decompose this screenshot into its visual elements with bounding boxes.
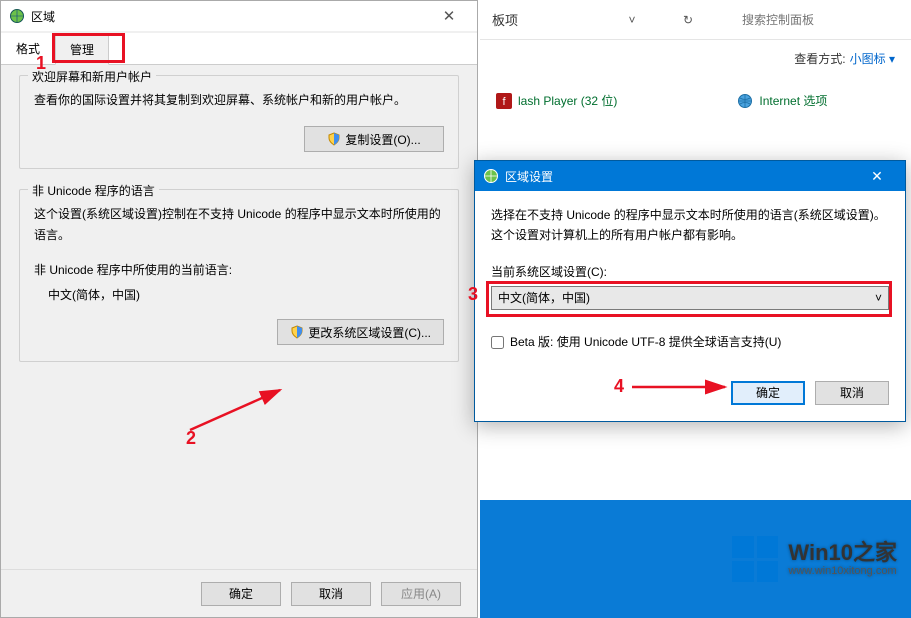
- current-lang-label: 非 Unicode 程序中所使用的当前语言:: [34, 261, 444, 278]
- cp-item-internet[interactable]: Internet 选项: [737, 92, 827, 109]
- tab-format[interactable]: 格式: [1, 33, 55, 64]
- view-mode-link[interactable]: 小图标 ▾: [850, 50, 895, 67]
- tabs: 格式 管理: [1, 33, 477, 65]
- chevron-down-icon[interactable]: ˅: [624, 12, 640, 28]
- chevron-down-icon: ˅: [875, 288, 882, 308]
- locale-body: 选择在不支持 Unicode 的程序中显示文本时所使用的语言(系统区域设置)。这…: [475, 191, 905, 421]
- shield-icon: [290, 325, 304, 339]
- region-title: 区域: [31, 8, 429, 25]
- locale-select[interactable]: 中文(简体，中国) ˅: [491, 286, 889, 310]
- search-input[interactable]: [736, 7, 903, 33]
- utf8-checkbox[interactable]: [491, 336, 504, 349]
- group-welcome: 欢迎屏幕和新用户帐户 查看你的国际设置并将其复制到欢迎屏幕、系统帐户和新的用户帐…: [19, 75, 459, 169]
- group-title: 欢迎屏幕和新用户帐户: [28, 68, 156, 85]
- cancel-button[interactable]: 取消: [291, 582, 371, 606]
- watermark-title: Win10之家: [788, 541, 897, 565]
- button-label: 复制设置(O)...: [345, 131, 420, 148]
- copy-settings-button[interactable]: 复制设置(O)...: [304, 126, 444, 152]
- watermark-url: www.win10xitong.com: [788, 565, 897, 577]
- cp-items: f lash Player (32 位) Internet 选项: [480, 76, 911, 125]
- utf8-checkbox-row[interactable]: Beta 版: 使用 Unicode UTF-8 提供全球语言支持(U): [491, 332, 889, 352]
- globe-icon: [9, 8, 25, 24]
- windows-logo-icon: [732, 536, 778, 582]
- group-title: 非 Unicode 程序的语言: [28, 182, 159, 199]
- watermark: Win10之家 www.win10xitong.com: [732, 536, 897, 582]
- tab-admin[interactable]: 管理: [55, 34, 109, 65]
- region-titlebar[interactable]: 区域 ✕: [1, 1, 477, 31]
- view-mode-bar: 查看方式: 小图标 ▾: [480, 40, 911, 76]
- cp-item-label: lash Player (32 位): [518, 92, 617, 109]
- view-label: 查看方式:: [794, 50, 845, 67]
- locale-footer: 确定 取消: [491, 381, 889, 405]
- group-nonunicode: 非 Unicode 程序的语言 这个设置(系统区域设置)控制在不支持 Unico…: [19, 189, 459, 362]
- cp-item-label: Internet 选项: [759, 92, 827, 109]
- current-lang-value: 中文(简体，中国): [48, 286, 444, 303]
- flash-icon: f: [496, 93, 512, 109]
- globe-icon: [483, 168, 499, 184]
- breadcrumb[interactable]: 板项: [488, 10, 616, 29]
- ok-button[interactable]: 确定: [731, 381, 805, 405]
- refresh-icon[interactable]: ↻: [677, 9, 699, 31]
- internet-icon: [737, 93, 753, 109]
- close-icon[interactable]: ✕: [429, 4, 469, 28]
- group-text: 这个设置(系统区域设置)控制在不支持 Unicode 的程序中显示文本时所使用的…: [34, 204, 444, 245]
- locale-title: 区域设置: [505, 168, 857, 185]
- cp-toolbar: 板项 ˅ ↻: [480, 0, 911, 40]
- region-dialog: 区域 ✕ 格式 管理 欢迎屏幕和新用户帐户 查看你的国际设置并将其复制到欢迎屏幕…: [0, 0, 478, 618]
- locale-value: 中文(简体，中国): [498, 288, 590, 308]
- locale-dialog: 区域设置 ✕ 选择在不支持 Unicode 的程序中显示文本时所使用的语言(系统…: [474, 160, 906, 422]
- ok-button[interactable]: 确定: [201, 582, 281, 606]
- change-locale-button[interactable]: 更改系统区域设置(C)...: [277, 319, 444, 345]
- locale-titlebar[interactable]: 区域设置 ✕: [475, 161, 905, 191]
- group-text: 查看你的国际设置并将其复制到欢迎屏幕、系统帐户和新的用户帐户。: [34, 90, 444, 110]
- checkbox-label: Beta 版: 使用 Unicode UTF-8 提供全球语言支持(U): [510, 332, 781, 352]
- button-label: 更改系统区域设置(C)...: [308, 324, 431, 341]
- cancel-button[interactable]: 取消: [815, 381, 889, 405]
- locale-label: 当前系统区域设置(C):: [491, 262, 889, 282]
- close-icon[interactable]: ✕: [857, 162, 897, 190]
- region-body: 欢迎屏幕和新用户帐户 查看你的国际设置并将其复制到欢迎屏幕、系统帐户和新的用户帐…: [1, 65, 477, 599]
- cp-item-flash[interactable]: f lash Player (32 位): [496, 92, 617, 109]
- locale-description: 选择在不支持 Unicode 的程序中显示文本时所使用的语言(系统区域设置)。这…: [491, 205, 889, 246]
- region-footer: 确定 取消 应用(A): [1, 569, 477, 617]
- apply-button[interactable]: 应用(A): [381, 582, 461, 606]
- shield-icon: [327, 132, 341, 146]
